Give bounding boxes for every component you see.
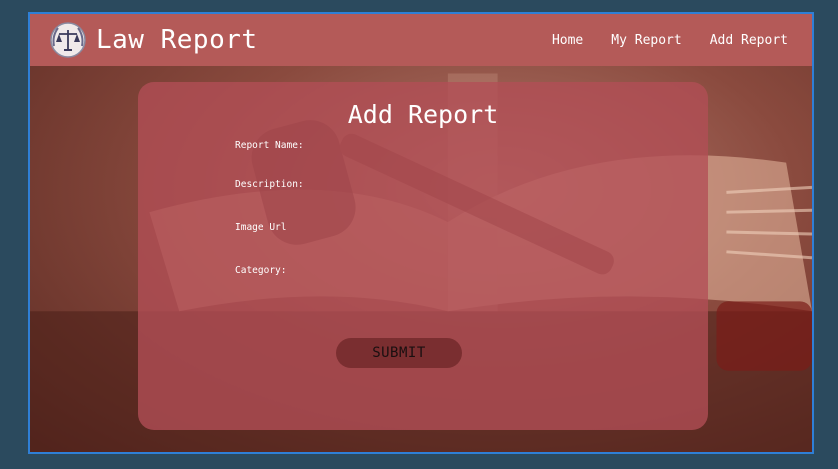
app-frame: Law Report Home My Report Add Report Add… (28, 12, 814, 454)
scales-of-justice-icon (50, 22, 86, 58)
brand[interactable]: Law Report (48, 20, 258, 60)
category-label: Category: (235, 265, 287, 276)
description-label: Description: (235, 179, 304, 190)
report-name-input[interactable] (318, 137, 622, 155)
image-url-label: Image Url (235, 222, 287, 233)
nav-add-report-link[interactable]: Add Report (710, 33, 788, 48)
description-input[interactable] (318, 176, 622, 194)
app-title: Law Report (96, 25, 258, 55)
add-report-form: Add Report Report Name: Description: Ima… (138, 82, 708, 430)
nav-home-link[interactable]: Home (552, 33, 583, 48)
nav-my-report-link[interactable]: My Report (611, 33, 681, 48)
navbar: Law Report Home My Report Add Report (30, 14, 812, 66)
image-url-input[interactable] (318, 219, 622, 237)
form-title: Add Report (347, 100, 499, 129)
category-input[interactable] (318, 262, 622, 280)
submit-button[interactable]: SUBMIT (336, 338, 462, 368)
report-name-label: Report Name: (235, 140, 304, 151)
nav-links: Home My Report Add Report (552, 33, 788, 48)
